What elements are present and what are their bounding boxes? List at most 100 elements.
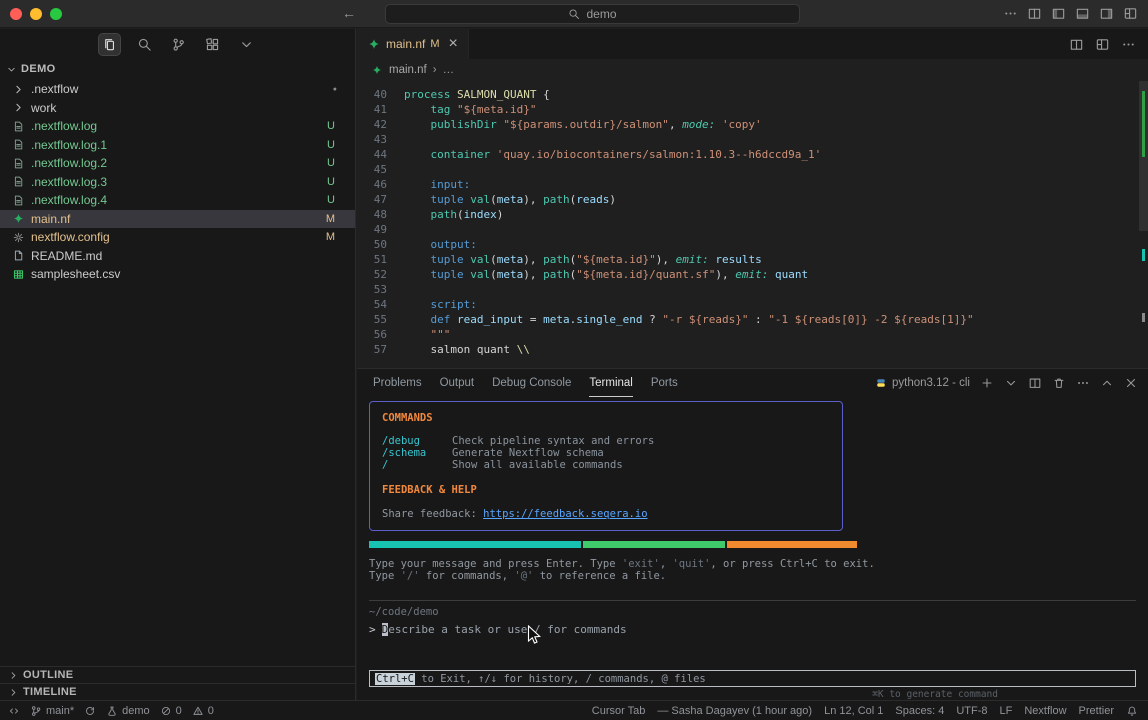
status-item-spaces-4[interactable]: Spaces: 4 [895, 705, 944, 717]
panel-tab-problems[interactable]: Problems [373, 369, 422, 397]
status-item-nextflow[interactable]: Nextflow [1024, 705, 1066, 717]
split-editor-icon[interactable] [1069, 37, 1084, 52]
panel-left-icon[interactable] [1051, 6, 1066, 21]
source-control-view-button[interactable] [168, 34, 189, 55]
sidebar-section-outline[interactable]: OUTLINE [0, 666, 355, 683]
git-status-badge: M [326, 213, 335, 225]
line-number: 52 [357, 267, 387, 282]
command-center-search[interactable]: demo [385, 4, 800, 24]
command-description: Generate Nextflow schema [452, 447, 604, 459]
code-line: 46 input: [357, 177, 1148, 192]
breadcrumb-tail: … [443, 64, 455, 76]
tab-close-icon[interactable]: × [449, 35, 458, 53]
panel-tab-output[interactable]: Output [440, 369, 475, 397]
tree-item-work[interactable]: work [0, 99, 355, 118]
feedback-header: FEEDBACK & HELP [382, 484, 830, 496]
minimize-window-button[interactable] [30, 8, 42, 20]
ellipsis-icon[interactable] [1076, 376, 1090, 390]
status-item-demo[interactable]: demo [106, 705, 150, 717]
chevron-down-icon[interactable] [1004, 376, 1018, 390]
hint-line: Type your message and press Enter. Type … [369, 558, 1136, 571]
slash-command-row[interactable]: /debugCheck pipeline syntax and errors [382, 435, 830, 447]
status-label: Nextflow [1024, 705, 1066, 717]
zoom-window-button[interactable] [50, 8, 62, 20]
bottom-panel: Problems Output Debug Console Terminal Ports… [357, 368, 1148, 700]
code-line: 49 [357, 222, 1148, 237]
chevron-up-icon[interactable] [1100, 376, 1114, 390]
chevron-down-view-button[interactable] [236, 34, 257, 55]
panel-tab-ports[interactable]: Ports [651, 369, 678, 397]
close-icon[interactable] [1124, 376, 1138, 390]
status-item-remote-icon[interactable] [8, 705, 20, 717]
modified-dot: ● [333, 86, 337, 93]
terminal-input[interactable]: > D escribe a task or use / for commands [369, 623, 1136, 636]
code-line: 45 [357, 162, 1148, 177]
panel-tab-debug-console[interactable]: Debug Console [492, 369, 571, 397]
plus-icon[interactable] [980, 376, 994, 390]
panel-actions: python3.12 - cli [875, 369, 1138, 397]
tree-item-samplesheet-csv[interactable]: samplesheet.csv [0, 265, 355, 284]
feedback-link[interactable]: https://feedback.seqera.io [483, 508, 647, 520]
tree-item-main-nf[interactable]: main.nfM [0, 210, 355, 229]
explorer-section-header[interactable]: DEMO [0, 59, 355, 79]
tree-item--nextflow-log-2[interactable]: .nextflow.log.2U [0, 154, 355, 173]
ellipsis-icon[interactable] [1121, 37, 1136, 52]
close-window-button[interactable] [10, 8, 22, 20]
layout-icon[interactable] [1123, 6, 1138, 21]
status-item-0[interactable]: 0 [160, 705, 182, 717]
sidebar-section-timeline[interactable]: TIMELINE [0, 683, 355, 700]
status-item-main[interactable]: main* [30, 705, 74, 717]
back-arrow-icon[interactable]: ← [342, 5, 356, 21]
command-bar-hints: Ctrl+C to Exit, ↑/↓ for history, / comma… [375, 673, 706, 685]
trash-icon[interactable] [1052, 376, 1066, 390]
panel-right-icon[interactable] [1099, 6, 1114, 21]
status-item-lf[interactable]: LF [1000, 705, 1013, 717]
tree-item-nextflow-config[interactable]: nextflow.configM [0, 228, 355, 247]
terminal-command-bar[interactable]: Ctrl+C to Exit, ↑/↓ for history, / comma… [369, 670, 1136, 687]
layout-icon[interactable] [1095, 37, 1110, 52]
status-item-bell-icon[interactable] [1126, 705, 1138, 717]
chevron-down-icon [239, 37, 254, 52]
status-item-sync-icon[interactable] [84, 705, 96, 717]
git-status-badge: M [326, 231, 335, 243]
extensions-view-button[interactable] [202, 34, 223, 55]
line-number: 55 [357, 312, 387, 327]
status-item-ln-12-col-1[interactable]: Ln 12, Col 1 [824, 705, 883, 717]
tab-main-nf[interactable]: main.nf M × [357, 29, 469, 59]
search-view-button[interactable] [134, 34, 155, 55]
tree-item--nextflow-log-3[interactable]: .nextflow.log.3U [0, 173, 355, 192]
panel-bottom-icon[interactable] [1075, 6, 1090, 21]
terminal-content: COMMANDS /debugCheck pipeline syntax and… [369, 401, 1136, 636]
activity-toolbar [0, 29, 355, 59]
tree-item--nextflow-log-1[interactable]: .nextflow.log.1U [0, 136, 355, 155]
sidebar-bottom-sections: OUTLINETIMELINE [0, 666, 355, 700]
input-placeholder: escribe a task or use / for commands [388, 623, 626, 636]
terminal-profile-selector[interactable]: python3.12 - cli [875, 377, 970, 389]
slash-command-row[interactable]: /schemaGenerate Nextflow schema [382, 447, 830, 459]
line-number: 50 [357, 237, 387, 252]
copy-view-button[interactable] [98, 33, 121, 56]
split-icon[interactable] [1028, 376, 1042, 390]
status-item-prettier[interactable]: Prettier [1079, 705, 1114, 717]
slash-command-row[interactable]: /Show all available commands [382, 459, 830, 471]
share-feedback-label: Share feedback: [382, 508, 483, 520]
status-label: main* [46, 705, 74, 717]
line-number: 51 [357, 252, 387, 267]
split-editor-icon[interactable] [1027, 6, 1042, 21]
status-item-sasha-dagayev-1-hour-ago[interactable]: — Sasha Dagayev (1 hour ago) [657, 705, 812, 717]
status-item-cursor-tab[interactable]: Cursor Tab [592, 705, 646, 717]
gradient-segment [369, 541, 581, 548]
status-bar-left: main* demo 00 [8, 705, 214, 717]
tree-item--nextflow-log-4[interactable]: .nextflow.log.4U [0, 191, 355, 210]
breadcrumb[interactable]: main.nf › … [357, 59, 1148, 81]
status-item-0[interactable]: 0 [192, 705, 214, 717]
code-editor[interactable]: 40process SALMON_QUANT {41 tag "${meta.i… [357, 81, 1148, 368]
overview-ruler-mark [1142, 91, 1145, 157]
status-item-utf-8[interactable]: UTF-8 [956, 705, 987, 717]
tree-item-readme-md[interactable]: README.md [0, 247, 355, 266]
panel-tab-terminal[interactable]: Terminal [589, 369, 632, 397]
table-icon [12, 268, 25, 281]
ellipsis-icon[interactable] [1003, 6, 1018, 21]
tree-item--nextflow-log[interactable]: .nextflow.logU [0, 117, 355, 136]
tree-item--nextflow[interactable]: .nextflow● [0, 80, 355, 99]
